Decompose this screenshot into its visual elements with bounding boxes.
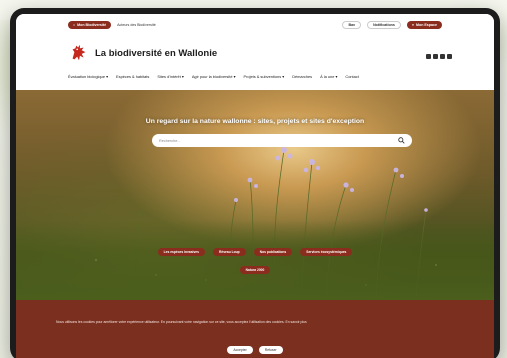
facebook-icon[interactable]	[426, 54, 431, 59]
notifications-button[interactable]: Notifications	[367, 21, 401, 29]
my-biodiversity-button[interactable]: ⌂ Mon Biodiversité	[68, 21, 112, 29]
cookie-text: Nous utilisons les cookies pour améliore…	[56, 320, 307, 324]
wallonia-rooster-icon	[72, 44, 86, 61]
nav-item-species[interactable]: Espèces & habitats	[116, 74, 149, 79]
my-space-button[interactable]: ● Mon Espace	[406, 21, 442, 29]
accept-cookies-button[interactable]: Accepter	[227, 346, 253, 354]
nav-item-evaluation[interactable]: Évaluation biologique ▾	[68, 74, 108, 79]
quick-links-row-1: Les espèces invasives Réseau Loup Nos pu…	[16, 248, 494, 256]
instagram-icon[interactable]	[433, 54, 438, 59]
cookie-buttons: Accepter Refuser	[16, 346, 494, 354]
main-nav: Évaluation biologique ▾ Espèces & habita…	[68, 74, 359, 79]
linkedin-icon[interactable]	[447, 54, 452, 59]
youtube-icon[interactable]	[440, 54, 445, 59]
search-icon[interactable]	[398, 137, 405, 144]
grass-foreground	[16, 220, 494, 300]
chip-invasive-species[interactable]: Les espèces invasives	[157, 248, 205, 256]
site-title: La biodiversité en Wallonie	[95, 47, 218, 59]
chip-wolf-network[interactable]: Réseau Loup	[212, 248, 246, 256]
scene-background: ⌂ Mon Biodiversité Acteurs des Biodivers…	[0, 0, 507, 358]
nav-item-news[interactable]: À la une ▾	[320, 74, 337, 79]
refuse-cookies-button[interactable]: Refuser	[258, 346, 283, 354]
home-icon: ⌂	[73, 23, 76, 27]
actors-link[interactable]: Acteurs des Biodiversité	[117, 23, 156, 27]
cookie-banner: Nous utilisons les cookies pour améliore…	[16, 300, 494, 358]
search-bar[interactable]: Recherche...	[152, 134, 412, 147]
site-logo[interactable]: La biodiversité en Wallonie	[68, 42, 217, 64]
nav-item-procedures[interactable]: Démarches	[292, 74, 312, 79]
laptop-frame: ⌂ Mon Biodiversité Acteurs des Biodivers…	[10, 8, 500, 358]
nav-item-contact[interactable]: Contact	[345, 74, 358, 79]
quick-links-row-2: Natura 2000	[16, 266, 494, 274]
browser-screen: ⌂ Mon Biodiversité Acteurs des Biodivers…	[16, 14, 494, 358]
social-links	[426, 54, 452, 59]
nav-item-sites[interactable]: Sites d'intérêt ▾	[157, 74, 183, 79]
chip-publications[interactable]: Nos publications	[253, 248, 293, 256]
user-icon: ●	[411, 23, 415, 27]
nav-item-act[interactable]: Agir pour la biodiversité ▾	[192, 74, 236, 79]
hero-title: Un regard sur la nature wallonne : sites…	[145, 118, 365, 125]
search-input[interactable]: Recherche...	[159, 139, 398, 143]
chip-natura-2000[interactable]: Natura 2000	[239, 266, 271, 274]
chip-ecosystem-services[interactable]: Services écosystémiques	[300, 248, 353, 256]
language-button[interactable]: Bav	[342, 21, 362, 29]
nav-item-projects[interactable]: Projets & subventions ▾	[244, 74, 285, 79]
top-bar: ⌂ Mon Biodiversité Acteurs des Biodivers…	[16, 14, 494, 36]
